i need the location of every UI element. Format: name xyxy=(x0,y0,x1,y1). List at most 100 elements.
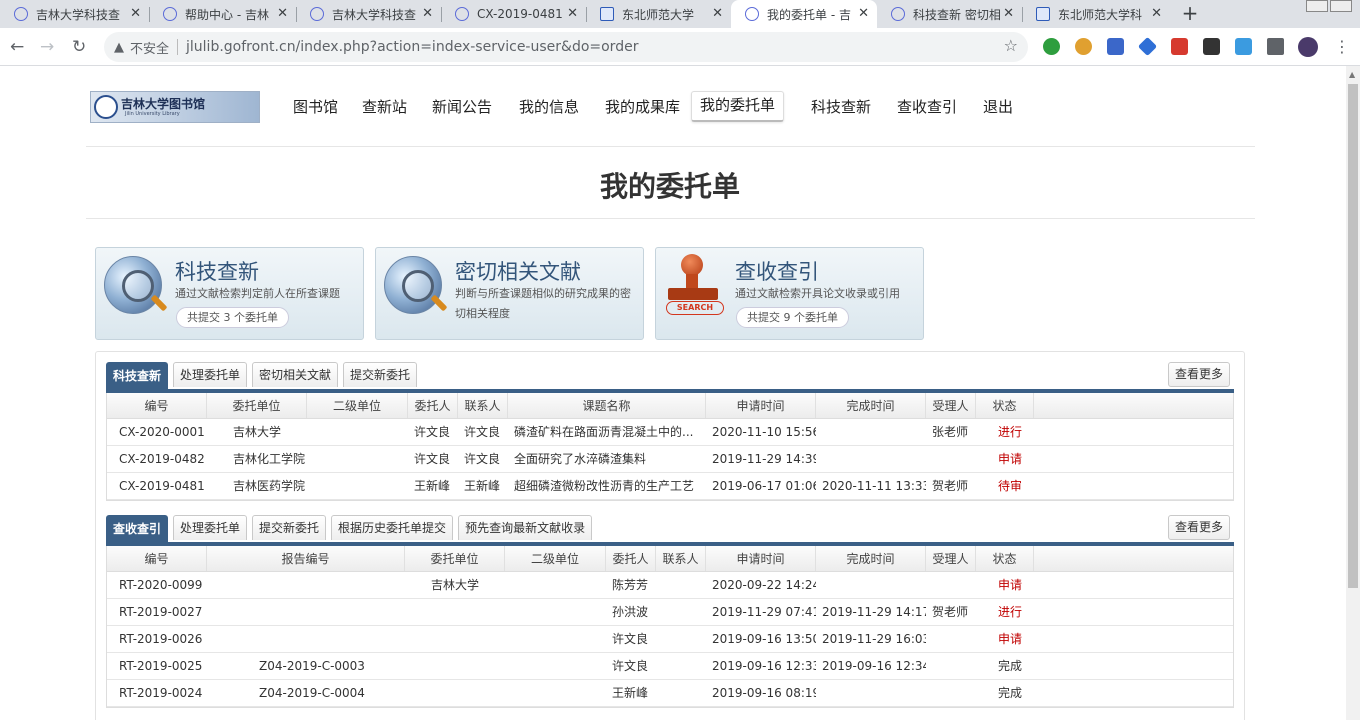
column-header[interactable]: 完成时间 xyxy=(816,546,926,571)
section-tab[interactable]: 密切相关文献 xyxy=(252,362,339,387)
view-more-button[interactable]: 查看更多 xyxy=(1167,515,1230,540)
column-header[interactable]: 委托人 xyxy=(606,546,656,571)
browser-tab[interactable]: 东北师范大学科 ✕ xyxy=(1022,0,1170,28)
minimize-icon[interactable] xyxy=(1306,0,1328,12)
browser-tab[interactable]: CX-2019-0481 ✕ xyxy=(441,0,586,28)
forward-arrow-icon[interactable]: → xyxy=(40,37,54,57)
new-tab-button[interactable]: + xyxy=(1178,2,1202,26)
address-bar[interactable]: ▲ 不安全 jlulib.gofront.cn/index.php?action… xyxy=(104,32,1028,62)
section-tab[interactable]: 处理委托单 xyxy=(173,515,248,540)
tab-label[interactable]: 帮助中心 - 吉林 xyxy=(185,6,281,23)
tab-close-icon[interactable]: ✕ xyxy=(1151,6,1162,21)
tab-close-icon[interactable]: ✕ xyxy=(712,6,723,21)
card-related-literature[interactable]: 密切相关文献 判断与所查课题相似的研究成果的密切相关程度 xyxy=(375,247,644,340)
column-header[interactable]: 受理人 xyxy=(926,546,976,571)
column-header[interactable]: 编号 xyxy=(107,546,207,571)
column-header[interactable]: 编号 xyxy=(107,393,207,418)
cell-id[interactable]: CX-2019-0481 xyxy=(113,473,207,499)
bookmark-star-icon[interactable]: ☆ xyxy=(1004,36,1018,55)
view-more-button[interactable]: 查看更多 xyxy=(1167,362,1230,387)
tab-close-icon[interactable]: ✕ xyxy=(277,6,288,21)
card-title[interactable]: 密切相关文献 xyxy=(455,256,581,286)
cell-topic[interactable]: 超细磷渣微粉改性沥青的生产工艺 xyxy=(508,473,706,499)
card-title[interactable]: 查收查引 xyxy=(735,256,819,286)
nav-link[interactable]: 图书馆 xyxy=(293,94,338,119)
card-title[interactable]: 科技查新 xyxy=(175,256,259,286)
table-row[interactable]: CX-2020-0001 吉林大学 许文良 许文良 磷渣矿料在路面沥青混凝土中的... 2… xyxy=(107,419,1233,446)
section-tab[interactable]: 预先查询最新文献收录 xyxy=(458,515,593,540)
section-tab[interactable]: 提交新委托 xyxy=(343,362,418,387)
table-row[interactable]: CX-2019-0481 吉林医药学院 王新峰 王新峰 超细磷渣微粉改性沥青的生产工艺 2… xyxy=(107,473,1233,500)
tab-close-icon[interactable]: ✕ xyxy=(858,6,869,21)
column-header[interactable]: 状态 xyxy=(976,393,1034,418)
card-count-badge[interactable]: 共提交 9 个委托单 xyxy=(736,307,849,328)
youtube-extension-icon[interactable] xyxy=(1171,38,1188,55)
profile-avatar[interactable] xyxy=(1298,37,1318,57)
nav-link[interactable]: 我的成果库 xyxy=(605,94,680,119)
library-logo[interactable]: 吉林大学图书馆 Jilin University Library xyxy=(90,91,260,123)
tab-label[interactable]: 东北师范大学科 xyxy=(1058,6,1154,23)
nav-link[interactable]: 我的委托单 xyxy=(691,91,785,122)
cell-id[interactable]: RT-2019-0026 xyxy=(113,626,207,652)
tab-label[interactable]: 东北师范大学 xyxy=(622,6,718,23)
nav-link[interactable]: 查收查引 xyxy=(897,94,957,119)
nav-link[interactable]: 新闻公告 xyxy=(432,94,492,119)
column-header[interactable]: 二级单位 xyxy=(307,393,408,418)
cell-id[interactable]: RT-2019-0025 xyxy=(113,653,207,679)
column-header[interactable]: 状态 xyxy=(976,546,1034,571)
graduation-cap-extension-icon[interactable] xyxy=(1137,36,1158,57)
browser-tab[interactable]: 吉林大学科技查 ✕ xyxy=(0,0,149,28)
cell-id[interactable]: CX-2019-0482 xyxy=(113,446,207,472)
cell-topic[interactable]: 全面研究了水淬磷渣集料 xyxy=(508,446,706,472)
tab-close-icon[interactable]: ✕ xyxy=(130,6,141,21)
column-header[interactable]: 受理人 xyxy=(926,393,976,418)
column-header[interactable]: 委托单位 xyxy=(207,393,307,418)
table-row[interactable]: RT-2019-0026 许文良 2019-09-16 13:50 2019-11-2… xyxy=(107,626,1233,653)
tab-label[interactable]: 我的委托单 - 吉 xyxy=(767,6,863,23)
browser-tab[interactable]: 科技查新 密切相 ✕ xyxy=(877,0,1022,28)
table-row[interactable]: RT-2019-0027 孙洪波 2019-11-29 07:41 2019-11-2… xyxy=(107,599,1233,626)
blue-square-extension-icon[interactable] xyxy=(1107,38,1124,55)
nav-link[interactable]: 科技查新 xyxy=(811,94,871,119)
card-count-badge[interactable]: 共提交 3 个委托单 xyxy=(176,307,289,328)
column-header[interactable]: 委托人 xyxy=(408,393,458,418)
back-arrow-icon[interactable]: ← xyxy=(10,37,24,57)
cell-id[interactable]: RT-2020-0099 xyxy=(113,572,207,598)
section-tab[interactable]: 根据历史委托单提交 xyxy=(331,515,454,540)
evernote-extension-icon[interactable] xyxy=(1043,38,1060,55)
column-header[interactable]: 联系人 xyxy=(458,393,508,418)
column-header[interactable]: 申请时间 xyxy=(706,393,816,418)
column-header[interactable]: 完成时间 xyxy=(816,393,926,418)
selenium-extension-icon[interactable] xyxy=(1203,38,1220,55)
url-text[interactable]: jlulib.gofront.cn/index.php?action=index… xyxy=(186,39,638,55)
section-tab[interactable]: 查收查引 xyxy=(106,515,169,542)
browser-tab[interactable]: 帮助中心 - 吉林 ✕ xyxy=(149,0,296,28)
tab-label[interactable]: 吉林大学科技查 xyxy=(36,6,132,23)
section-tab[interactable]: 处理委托单 xyxy=(173,362,248,387)
scrollbar-thumb[interactable] xyxy=(1348,84,1358,588)
nav-link[interactable]: 我的信息 xyxy=(519,94,579,119)
column-header[interactable]: 报告编号 xyxy=(207,546,405,571)
cell-topic[interactable]: 磷渣矿料在路面沥青混凝土中的... xyxy=(508,419,706,445)
tab-close-icon[interactable]: ✕ xyxy=(422,6,433,21)
page-scrollbar[interactable]: ▲ xyxy=(1346,66,1360,720)
tab-label[interactable]: 吉林大学科技查 xyxy=(332,6,428,23)
s-extension-icon[interactable] xyxy=(1235,38,1252,55)
warning-triangle-icon[interactable]: ▲ xyxy=(114,40,124,55)
table-row[interactable]: CX-2019-0482 吉林化工学院 许文良 许文良 全面研究了水淬磷渣集料 2019-… xyxy=(107,446,1233,473)
column-header[interactable]: 课题名称 xyxy=(508,393,706,418)
cell-id[interactable]: RT-2019-0027 xyxy=(113,599,207,625)
card-sci-novelty[interactable]: 科技查新 通过文献检索判定前人在所查课题 共提交 3 个委托单 xyxy=(95,247,364,340)
scroll-up-icon[interactable]: ▲ xyxy=(1349,70,1355,79)
section-tab[interactable]: 提交新委托 xyxy=(252,515,327,540)
bowl-extension-icon[interactable] xyxy=(1075,38,1092,55)
cell-id[interactable]: RT-2019-0024 xyxy=(113,680,207,706)
reload-icon[interactable]: ↻ xyxy=(72,37,86,57)
tab-close-icon[interactable]: ✕ xyxy=(1003,6,1014,21)
column-header[interactable]: 申请时间 xyxy=(706,546,816,571)
column-header[interactable]: 委托单位 xyxy=(405,546,505,571)
card-citation-check[interactable]: SEARCH 查收查引 通过文献检索开具论文收录或引用 共提交 9 个委托单 xyxy=(655,247,924,340)
cell-id[interactable]: CX-2020-0001 xyxy=(113,419,207,445)
security-label[interactable]: 不安全 xyxy=(130,38,169,57)
browser-menu-icon[interactable]: ⋮ xyxy=(1334,37,1350,57)
